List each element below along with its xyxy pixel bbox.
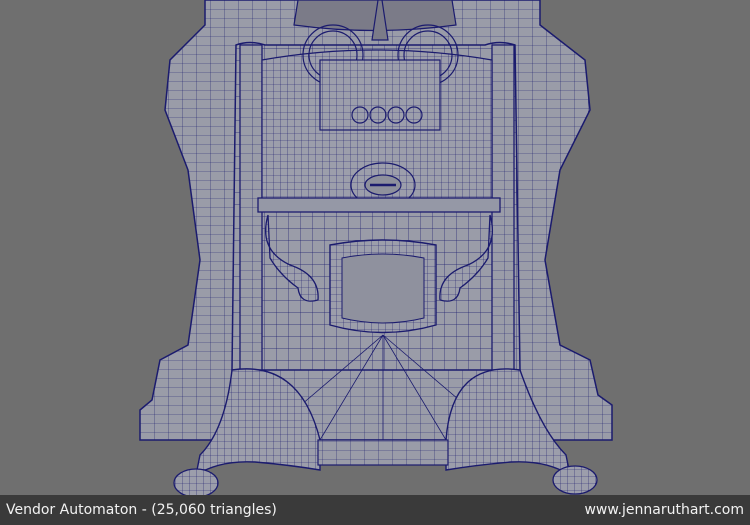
right-ball-foot	[552, 465, 598, 495]
3d-viewport[interactable]: persp	[0, 0, 750, 495]
base-plate	[317, 439, 449, 466]
left-ball-foot	[173, 468, 219, 495]
caption-bar: Vendor Automaton - (25,060 triangles) ww…	[0, 495, 750, 525]
model-title: Vendor Automaton - (25,060 triangles)	[6, 502, 277, 518]
website-link[interactable]: www.jennaruthart.com	[584, 502, 744, 518]
wireframe-model	[139, 0, 613, 495]
ledge	[257, 197, 501, 213]
